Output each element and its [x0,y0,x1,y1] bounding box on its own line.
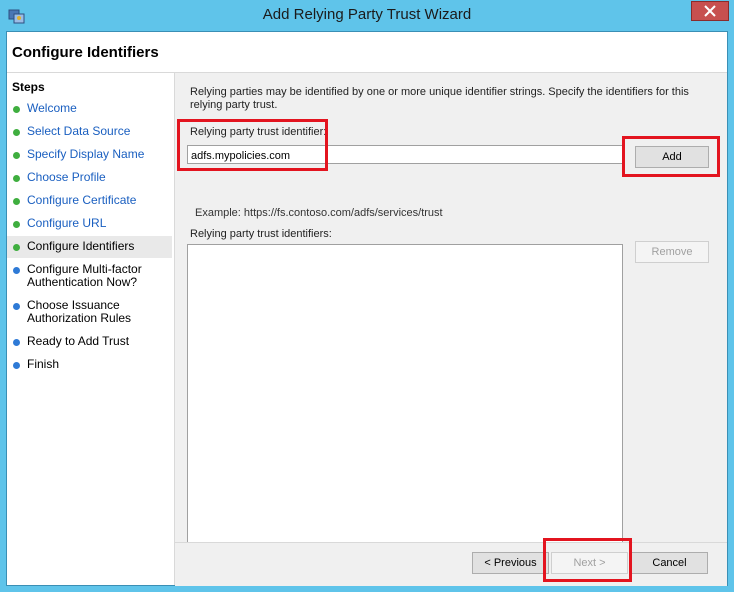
steps-heading: Steps [12,80,45,94]
cancel-button[interactable]: Cancel [631,552,708,574]
step-label: Specify Display Name [27,147,145,161]
step-select-data-source[interactable]: Select Data Source [7,121,172,143]
step-label: Configure Certificate [27,193,137,207]
next-button[interactable]: Next > [551,552,628,574]
identifier-input[interactable]: adfs.mypolicies.com [187,145,623,164]
step-done-dot-icon [13,106,20,113]
step-choose-profile[interactable]: Choose Profile [7,167,172,189]
step-configure-multi-factor: Configure Multi-factor Authentication No… [7,259,172,293]
wizard-client-area: Configure Identifiers Steps Welcome Sele… [6,31,728,586]
step-choose-issuance-authorization-rules: Choose Issuance Authorization Rules [7,295,172,329]
page-description: Relying parties may be identified by one… [190,86,689,111]
main-content: Relying parties may be identified by one… [175,73,727,558]
step-label: Choose Profile [27,170,106,184]
step-specify-display-name[interactable]: Specify Display Name [7,144,172,166]
add-button[interactable]: Add [635,146,709,168]
step-label: Choose Issuance Authorization Rules [27,298,132,325]
step-pending-dot-icon [13,362,20,369]
wizard-footer: < Previous Next > Cancel [175,542,727,586]
identifier-label: Relying party trust identifier: [190,126,327,138]
close-icon [704,5,716,17]
step-label: Welcome [27,101,77,115]
step-done-dot-icon [13,152,20,159]
steps-panel: Steps Welcome Select Data Source Specify… [7,73,175,585]
step-ready-to-add-trust: Ready to Add Trust [7,331,172,353]
step-done-dot-icon [13,175,20,182]
step-welcome[interactable]: Welcome [7,98,172,120]
step-done-dot-icon [13,221,20,228]
step-finish: Finish [7,354,172,376]
window-title: Add Relying Party Trust Wizard [262,6,472,23]
step-pending-dot-icon [13,339,20,346]
step-label: Configure URL [27,216,107,230]
wizard-window: Add Relying Party Trust Wizard Configure… [0,0,734,592]
page-header: Configure Identifiers [7,32,727,73]
step-current-dot-icon [13,244,20,251]
title-bar: Add Relying Party Trust Wizard [0,0,734,32]
step-label: Configure Multi-factor Authentication No… [27,262,142,289]
identifiers-label: Relying party trust identifiers: [190,228,332,240]
identifiers-list[interactable] [187,244,623,558]
identifier-example: Example: https://fs.contoso.com/adfs/ser… [195,207,443,219]
close-button[interactable] [691,1,729,21]
remove-button[interactable]: Remove [635,241,709,263]
step-configure-url[interactable]: Configure URL [7,213,172,235]
step-label: Finish [27,357,60,371]
step-label: Configure Identifiers [27,239,135,253]
previous-button[interactable]: < Previous [472,552,549,574]
step-done-dot-icon [13,198,20,205]
step-label: Ready to Add Trust [27,334,130,348]
step-done-dot-icon [13,129,20,136]
step-configure-identifiers: Configure Identifiers [7,236,172,258]
page-title: Configure Identifiers [12,44,159,61]
step-configure-certificate[interactable]: Configure Certificate [7,190,172,212]
step-label: Select Data Source [27,124,131,138]
step-pending-dot-icon [13,303,20,310]
step-pending-dot-icon [13,267,20,274]
identifier-input-value: adfs.mypolicies.com [191,150,291,162]
